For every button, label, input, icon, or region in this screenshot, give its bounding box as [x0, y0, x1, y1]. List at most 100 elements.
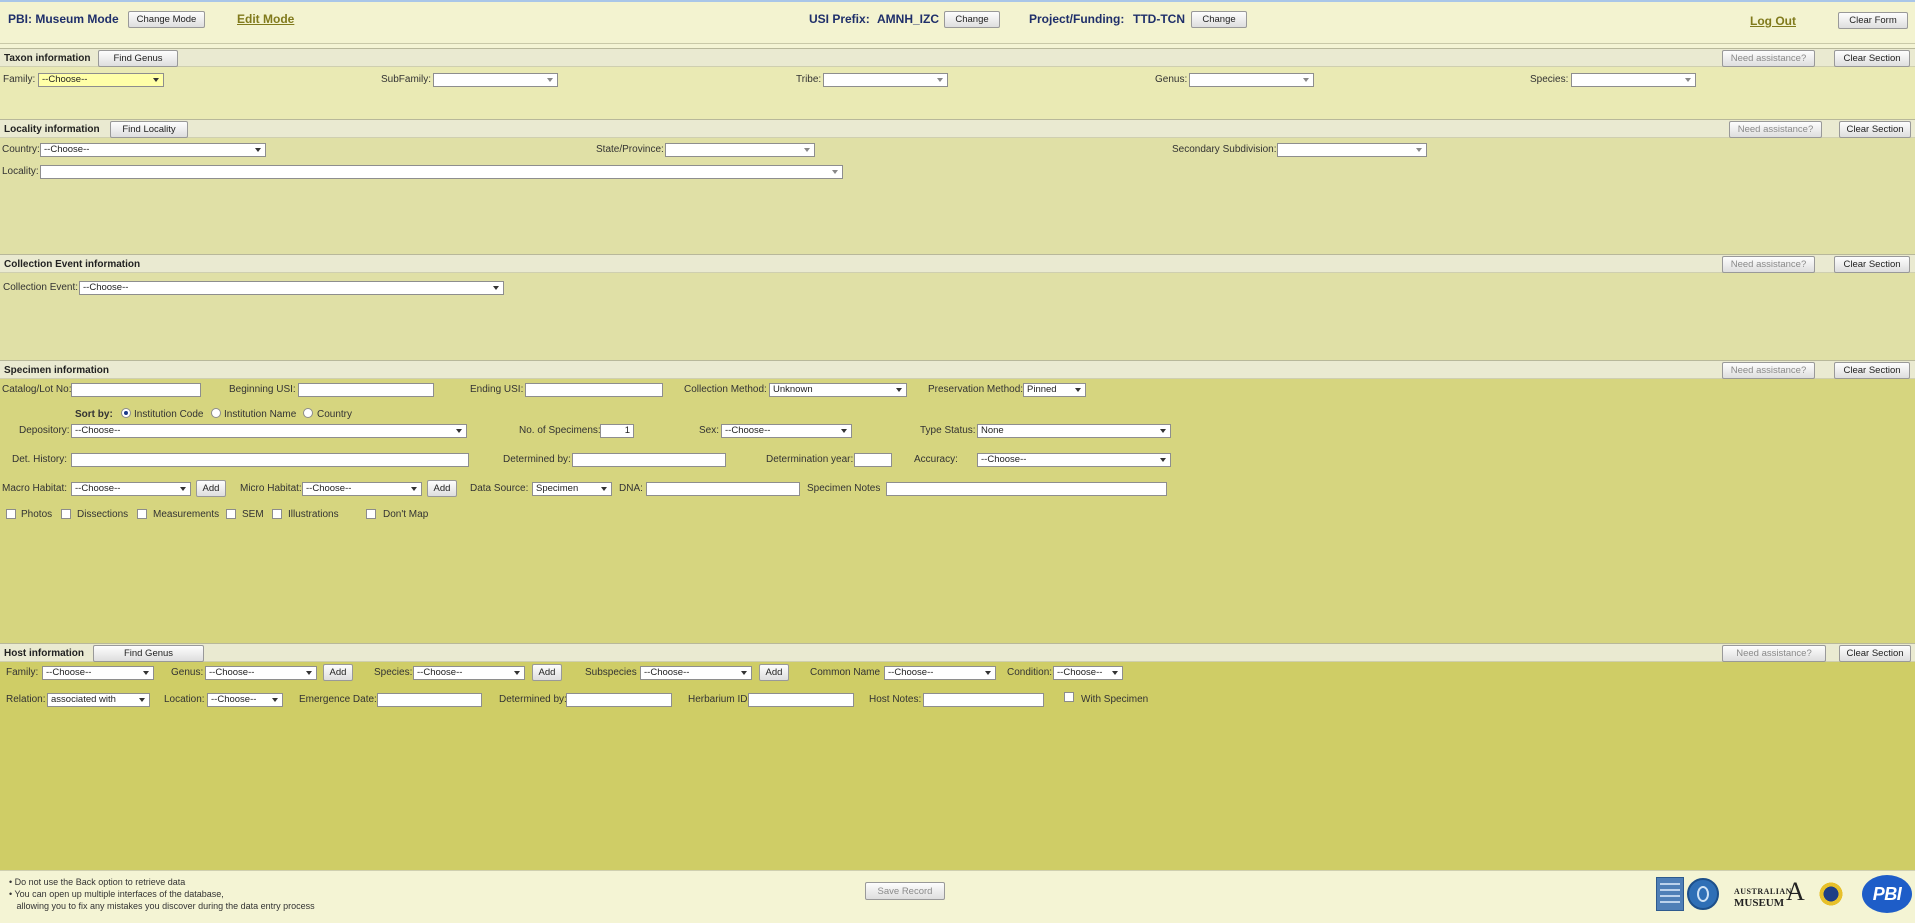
beginning-usi-input[interactable]: [298, 383, 434, 397]
host-location-select[interactable]: --Choose--: [207, 693, 283, 707]
project-change-button[interactable]: Change: [1191, 11, 1247, 28]
taxon-genus-label: Genus:: [1155, 74, 1188, 85]
taxon-family-label: Family:: [3, 74, 36, 85]
locality-select[interactable]: [40, 165, 843, 179]
host-emergence-date-input[interactable]: [377, 693, 482, 707]
find-locality-button[interactable]: Find Locality: [110, 121, 188, 138]
footer-note-3: allowing you to fix any mistakes you dis…: [9, 901, 315, 911]
host-clear-section-button[interactable]: Clear Section: [1839, 645, 1911, 662]
host-subspecies-add-button[interactable]: Add: [759, 664, 789, 681]
ending-usi-input[interactable]: [525, 383, 663, 397]
collection-event-label: Collection Event:: [3, 282, 79, 293]
dont-map-checkbox[interactable]: [366, 509, 376, 519]
num-specimens-input[interactable]: 1: [600, 424, 634, 438]
collection-method-select[interactable]: Unknown: [769, 383, 907, 397]
usi-change-button[interactable]: Change: [944, 11, 1000, 28]
dna-label: DNA:: [619, 483, 643, 494]
collection-event-select[interactable]: --Choose--: [79, 281, 504, 295]
type-status-select[interactable]: None: [977, 424, 1171, 438]
host-section-header: Host information Find Genus Need assista…: [0, 643, 1915, 662]
accuracy-select[interactable]: --Choose--: [977, 453, 1171, 467]
host-common-name-select[interactable]: --Choose--: [884, 666, 996, 680]
determination-year-input[interactable]: [854, 453, 892, 467]
collection-need-assistance-button[interactable]: Need assistance?: [1722, 256, 1815, 273]
host-common-name-label: Common Name: [810, 667, 881, 678]
change-mode-button[interactable]: Change Mode: [128, 11, 205, 28]
host-genus-select[interactable]: --Choose--: [205, 666, 317, 680]
taxon-find-genus-button[interactable]: Find Genus: [98, 50, 178, 67]
locality-section-title: Locality information: [4, 124, 100, 135]
locality-section-body: Country: --Choose-- State/Province: Seco…: [0, 138, 1915, 254]
measurements-checkbox[interactable]: [137, 509, 147, 519]
sem-checkbox[interactable]: [226, 509, 236, 519]
herbarium-id-label: Herbarium ID:: [688, 694, 751, 705]
determination-year-label: Determination year:: [766, 454, 854, 465]
specimen-section-title: Specimen information: [4, 365, 110, 376]
macro-habitat-select[interactable]: --Choose--: [71, 482, 191, 496]
host-species-select[interactable]: --Choose--: [413, 666, 525, 680]
num-specimens-label: No. of Specimens:: [519, 425, 601, 436]
edit-mode-link[interactable]: Edit Mode: [237, 12, 294, 26]
host-section-title: Host information: [4, 648, 84, 659]
specimen-section-body: Catalog/Lot No: Beginning USI: Ending US…: [0, 379, 1915, 643]
host-subspecies-select[interactable]: --Choose--: [640, 666, 752, 680]
country-select[interactable]: --Choose--: [40, 143, 266, 157]
micro-habitat-select[interactable]: --Choose--: [302, 482, 422, 496]
save-record-button[interactable]: Save Record: [865, 882, 945, 900]
accuracy-label: Accuracy:: [914, 454, 958, 465]
locality-need-assistance-button[interactable]: Need assistance?: [1729, 121, 1822, 138]
sort-country-radio[interactable]: [303, 408, 313, 418]
specimen-notes-input[interactable]: [886, 482, 1167, 496]
clear-form-button[interactable]: Clear Form: [1838, 12, 1908, 29]
taxon-genus-select[interactable]: [1189, 73, 1314, 87]
depository-select[interactable]: --Choose--: [71, 424, 467, 438]
pbi-logo-icon: PBI: [1862, 875, 1912, 913]
micro-habitat-add-button[interactable]: Add: [427, 480, 457, 497]
dna-input[interactable]: [646, 482, 800, 496]
taxon-tribe-select[interactable]: [823, 73, 948, 87]
dissections-checkbox[interactable]: [61, 509, 71, 519]
taxon-subfamily-select[interactable]: [433, 73, 558, 87]
host-genus-add-button[interactable]: Add: [323, 664, 353, 681]
host-condition-select[interactable]: --Choose--: [1053, 666, 1123, 680]
specimen-need-assistance-button[interactable]: Need assistance?: [1722, 362, 1815, 379]
catalog-lot-input[interactable]: [71, 383, 201, 397]
top-bar: PBI: Museum Mode Change Mode Edit Mode U…: [0, 0, 1915, 44]
host-find-genus-button[interactable]: Find Genus: [93, 645, 204, 662]
macro-habitat-add-button[interactable]: Add: [196, 480, 226, 497]
taxon-clear-section-button[interactable]: Clear Section: [1834, 50, 1910, 67]
museum-mode-label: PBI: Museum Mode: [8, 12, 119, 26]
specimen-clear-section-button[interactable]: Clear Section: [1834, 362, 1910, 379]
det-history-input[interactable]: [71, 453, 469, 467]
with-specimen-checkbox[interactable]: [1064, 692, 1074, 702]
host-species-add-button[interactable]: Add: [532, 664, 562, 681]
host-family-select[interactable]: --Choose--: [42, 666, 154, 680]
locality-clear-section-button[interactable]: Clear Section: [1839, 121, 1911, 138]
herbarium-id-input[interactable]: [748, 693, 854, 707]
beginning-usi-label: Beginning USI:: [229, 384, 296, 395]
with-specimen-label: With Specimen: [1081, 694, 1149, 705]
seal-logo-icon: [1818, 881, 1844, 907]
host-need-assistance-button[interactable]: Need assistance?: [1722, 645, 1826, 662]
sort-institution-name-radio[interactable]: [211, 408, 221, 418]
preservation-method-select[interactable]: Pinned: [1023, 383, 1086, 397]
taxon-family-select[interactable]: --Choose--: [38, 73, 164, 87]
host-notes-label: Host Notes:: [869, 694, 922, 705]
sex-select[interactable]: --Choose--: [721, 424, 852, 438]
host-relation-select[interactable]: associated with: [47, 693, 150, 707]
state-province-select[interactable]: [665, 143, 815, 157]
photos-checkbox[interactable]: [6, 509, 16, 519]
taxon-need-assistance-button[interactable]: Need assistance?: [1722, 50, 1815, 67]
catalog-lot-label: Catalog/Lot No:: [2, 384, 72, 395]
host-determined-by-input[interactable]: [566, 693, 672, 707]
taxon-species-select[interactable]: [1571, 73, 1696, 87]
secondary-subdivision-select[interactable]: [1277, 143, 1427, 157]
illustrations-checkbox[interactable]: [272, 509, 282, 519]
host-notes-input[interactable]: [923, 693, 1044, 707]
collection-clear-section-button[interactable]: Clear Section: [1834, 256, 1910, 273]
locality-label: Locality:: [2, 166, 39, 177]
sort-institution-code-radio[interactable]: [121, 408, 131, 418]
logout-link[interactable]: Log Out: [1750, 14, 1796, 28]
data-source-select[interactable]: Specimen: [532, 482, 612, 496]
determined-by-input[interactable]: [572, 453, 726, 467]
